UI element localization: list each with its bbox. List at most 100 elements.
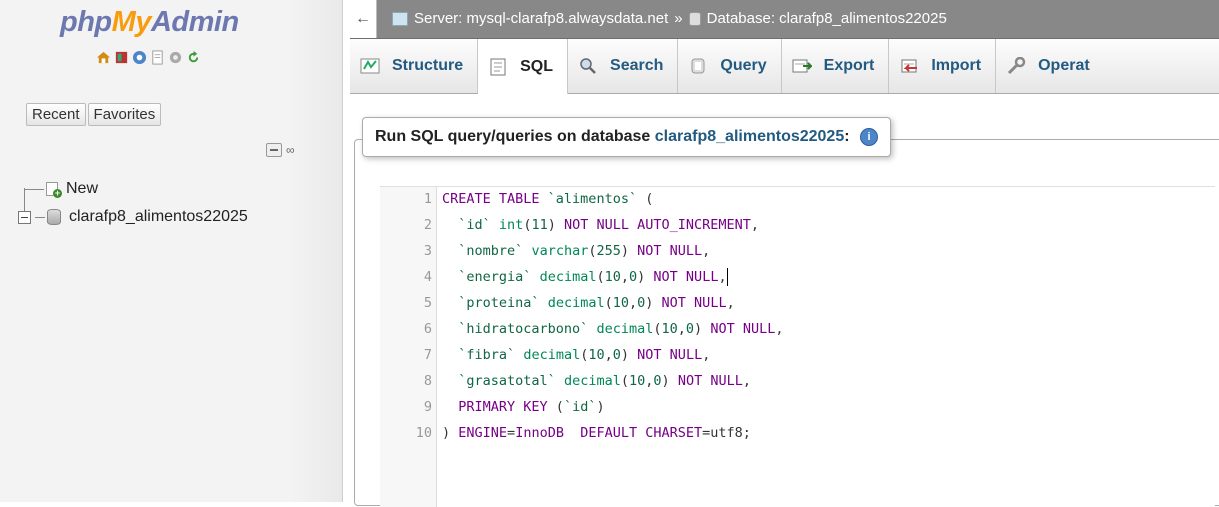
code-token: `energia` <box>458 269 532 285</box>
breadcrumb-database[interactable]: Database: clarafp8_alimentos22025 <box>707 0 947 38</box>
code-token: , <box>629 295 638 311</box>
code-token: `id` <box>563 399 597 415</box>
code-token: NOT NULL <box>653 269 719 285</box>
sql-code-editor[interactable]: 1 CREATE TABLE `alimentos` ( 2 `id` int(11… <box>380 186 1215 507</box>
code-token: decimal <box>596 321 654 337</box>
tree-item-label: clarafp8_alimentos22025 <box>69 208 248 225</box>
expand-toggle-icon[interactable] <box>18 210 31 224</box>
line-number: 9 <box>423 399 432 415</box>
tab-export[interactable]: Export <box>782 39 890 93</box>
tab-operations[interactable]: Operat <box>996 39 1104 93</box>
tab-recent[interactable]: Recent <box>26 103 86 126</box>
server-icon <box>392 12 408 26</box>
code-token: 10 <box>604 269 621 285</box>
code-token: ) <box>596 399 605 415</box>
tab-sql[interactable]: SQL <box>478 39 569 95</box>
code-token: `nombre` <box>458 243 524 259</box>
code-token: 10 <box>661 321 678 337</box>
settings-icon[interactable] <box>168 50 183 65</box>
breadcrumb-separator: » <box>674 10 683 27</box>
code-token: NOT NULL AUTO_INCREMENT <box>563 217 751 233</box>
code-token: utf8; <box>710 425 751 441</box>
export-icon <box>792 59 812 73</box>
code-text: `nombre` varchar(255) NOT NULL, <box>442 239 710 263</box>
tab-label: Export <box>823 57 875 74</box>
code-token: ( <box>653 321 662 337</box>
help-icon[interactable] <box>132 50 147 65</box>
tab-import[interactable]: Import <box>889 39 997 93</box>
tab-label: SQL <box>520 57 554 75</box>
code-token: ( <box>604 295 613 311</box>
code-token: , <box>775 321 784 337</box>
text-cursor <box>726 268 728 286</box>
breadcrumb-server[interactable]: Server: mysql-clarafp8.alwaysdata.net <box>414 0 668 38</box>
navigation-panel: phpMyAdmin Recent Favorites ∞ + New clar… <box>0 0 343 502</box>
code-token: , <box>677 321 686 337</box>
code-token: 0 <box>612 347 621 363</box>
code-token: ( <box>637 191 654 207</box>
sql-icon <box>490 58 506 75</box>
tab-label: Operat <box>1038 57 1090 74</box>
tab-query[interactable]: Query <box>678 39 782 93</box>
code-token: 0 <box>629 269 638 285</box>
query-panel-title: Run SQL query/queries on database claraf… <box>362 117 892 158</box>
line-number: 7 <box>423 347 432 363</box>
docs-icon[interactable] <box>150 50 165 65</box>
code-token: PRIMARY KEY <box>458 399 548 415</box>
line-number: 8 <box>423 373 432 389</box>
line-number: 6 <box>423 321 432 337</box>
legend-database-link[interactable]: clarafp8_alimentos22025 <box>655 128 844 145</box>
code-token: 11 <box>531 217 548 233</box>
code-token: , <box>726 295 735 311</box>
collapse-nav-arrow-icon[interactable]: ← <box>350 0 377 38</box>
code-token: varchar <box>531 243 589 259</box>
code-text: `fibra` decimal(10,0) NOT NULL, <box>442 343 710 367</box>
link-with-main-icon[interactable]: ∞ <box>286 143 295 157</box>
nav-tabs: Recent Favorites <box>26 103 162 126</box>
reload-icon[interactable] <box>186 50 201 65</box>
tab-favorites[interactable]: Favorites <box>87 103 162 126</box>
main-tabs: Structure SQL Search Query Export Import… <box>350 39 1219 95</box>
tree-controls: ∞ <box>266 143 295 157</box>
tree-connector <box>24 188 44 190</box>
tab-search[interactable]: Search <box>568 39 679 93</box>
home-icon[interactable] <box>96 50 111 65</box>
code-token: 255 <box>596 243 621 259</box>
database-icon[interactable] <box>114 50 129 65</box>
tree-item-new[interactable]: + New <box>24 175 248 203</box>
code-token: ) <box>442 425 459 441</box>
line-number: 2 <box>423 217 432 233</box>
breadcrumb: Server: mysql-clarafp8.alwaysdata.net » … <box>392 0 947 38</box>
tab-structure[interactable]: Structure <box>350 39 479 93</box>
code-token: ) <box>620 347 638 363</box>
database-tree: + New clarafp8_alimentos22025 <box>18 175 248 231</box>
collapse-all-icon[interactable] <box>266 143 282 157</box>
sql-content-area: Run SQL query/queries on database claraf… <box>350 94 1219 507</box>
database-icon <box>47 209 61 225</box>
code-text: `grasatotal` decimal(10,0) NOT NULL, <box>442 369 751 393</box>
line-number: 4 <box>423 269 432 285</box>
code-text: CREATE TABLE `alimentos` ( <box>442 187 653 211</box>
nav-quick-icons <box>96 50 201 65</box>
code-token: NOT NULL <box>637 347 703 363</box>
main-pane: ← Server: mysql-clarafp8.alwaysdata.net … <box>350 0 1219 507</box>
new-database-icon: + <box>46 182 62 198</box>
query-icon <box>691 58 705 74</box>
phpmyadmin-logo[interactable]: phpMyAdmin <box>60 6 239 39</box>
documentation-help-icon[interactable]: i <box>860 128 879 146</box>
line-number: 1 <box>423 191 432 207</box>
code-text: `id` int(11) NOT NULL AUTO_INCREMENT, <box>442 213 759 237</box>
tree-item-database[interactable]: clarafp8_alimentos22025 <box>18 203 248 231</box>
code-token: `proteina` <box>458 295 540 311</box>
code-token: `hidratocarbono` <box>458 321 589 337</box>
code-token: , <box>750 217 760 233</box>
code-token: decimal <box>539 269 597 285</box>
